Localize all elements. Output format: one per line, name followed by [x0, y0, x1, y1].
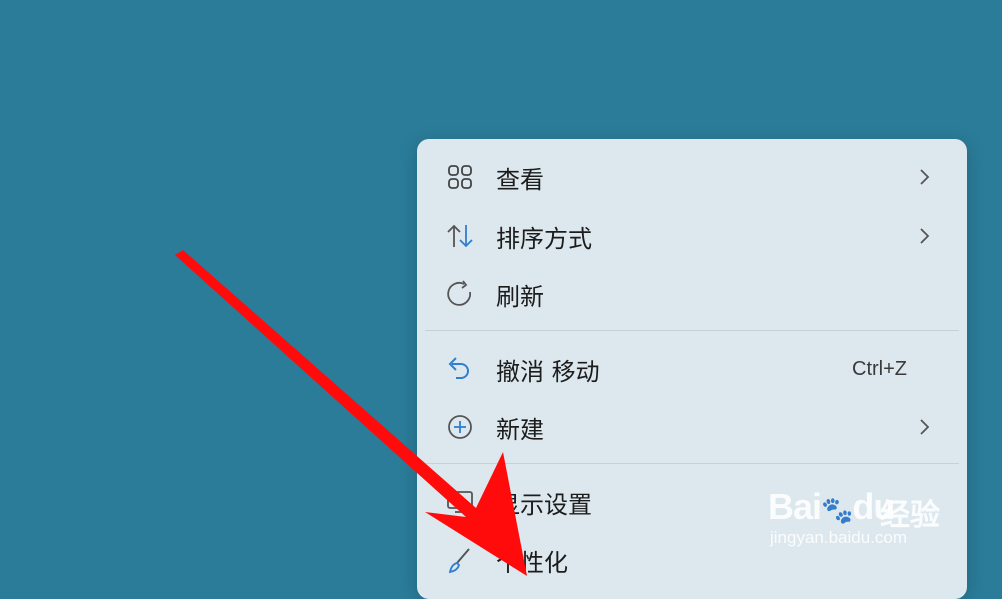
shortcut-hint: Ctrl+Z	[852, 357, 907, 380]
menu-item-label: 刷新	[496, 282, 544, 311]
paw-icon: 🐾	[821, 495, 853, 525]
menu-item-label: 排序方式	[496, 224, 592, 253]
baidu-jingyan-watermark: Bai🐾du 经验 jingyan.baidu.com	[768, 466, 958, 556]
menu-item-sort[interactable]: 排序方式	[417, 210, 967, 262]
refresh-icon	[444, 278, 476, 310]
menu-separator	[425, 463, 959, 464]
menu-item-refresh[interactable]: 刷新	[417, 268, 967, 320]
sort-arrows-icon	[444, 220, 476, 252]
display-icon	[444, 486, 476, 518]
grid-view-icon	[444, 161, 476, 193]
menu-item-view[interactable]: 查看	[417, 151, 967, 203]
menu-item-new[interactable]: 新建	[417, 401, 967, 453]
new-plus-icon	[444, 411, 476, 443]
menu-item-label: 新建	[496, 415, 544, 444]
chevron-right-icon	[917, 415, 933, 439]
watermark-brand: Bai🐾du	[768, 486, 895, 527]
chevron-right-icon	[917, 224, 933, 248]
menu-item-label: 个性化	[496, 548, 568, 577]
menu-separator	[425, 330, 959, 331]
watermark-url: jingyan.baidu.com	[770, 528, 908, 547]
menu-item-undo-move[interactable]: 撤消 移动 Ctrl+Z	[417, 343, 967, 395]
brush-icon	[444, 544, 476, 576]
menu-item-label: 显示设置	[496, 490, 592, 519]
undo-icon	[444, 353, 476, 385]
menu-item-label: 撤消 移动	[496, 357, 600, 386]
chevron-right-icon	[917, 165, 933, 189]
menu-item-label: 查看	[496, 165, 544, 194]
